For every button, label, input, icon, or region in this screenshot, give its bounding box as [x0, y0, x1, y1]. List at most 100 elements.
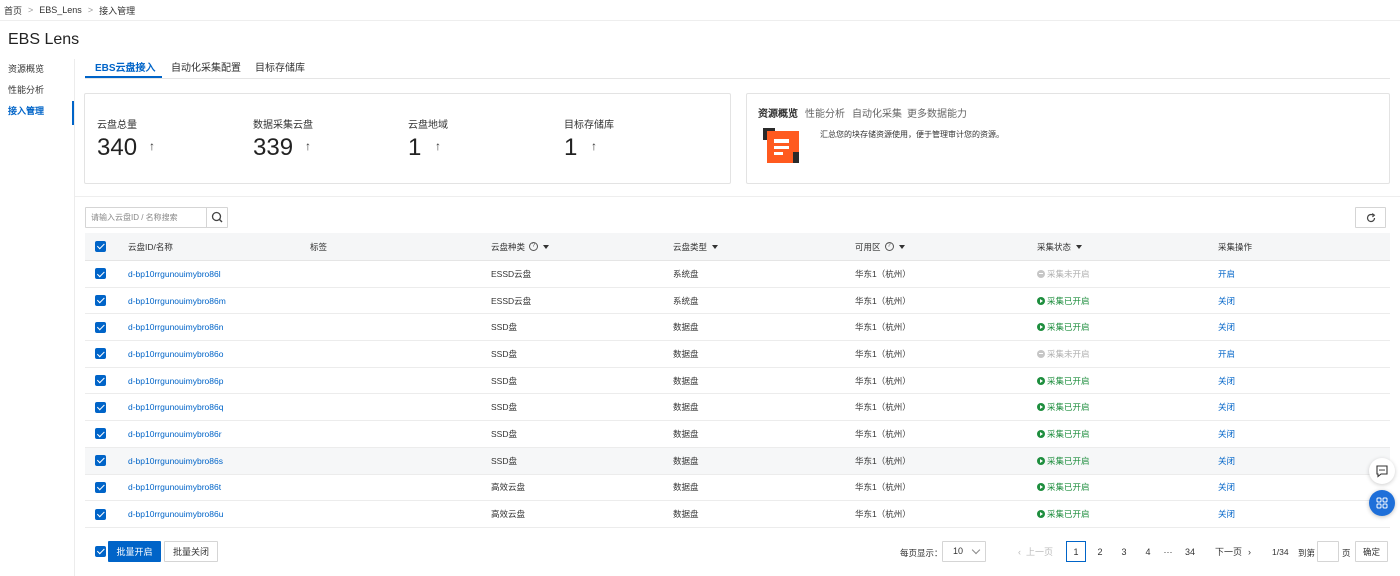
row-checkbox[interactable]: [95, 401, 106, 413]
collect-action-link[interactable]: 关闭: [1218, 288, 1235, 314]
goto-confirm-button[interactable]: 确定: [1355, 541, 1388, 562]
collect-action-link[interactable]: 关闭: [1218, 475, 1235, 501]
page-4[interactable]: 4: [1138, 541, 1158, 562]
collect-action-link[interactable]: 关闭: [1218, 368, 1235, 394]
table-row: d-bp10rrgunouimybro86m ESSD云盘 系统盘 华东1（杭州） 采集…: [85, 288, 1390, 315]
column-header-status[interactable]: 采集状态: [1037, 233, 1083, 260]
help-icon[interactable]: ?: [884, 242, 894, 251]
document-icon: [763, 128, 799, 163]
page-indicator: 1/34: [1272, 547, 1289, 557]
status-badge: 采集已开启: [1037, 401, 1090, 413]
sidebar-item-access-management[interactable]: 接入管理: [0, 101, 74, 125]
page-34[interactable]: 34: [1180, 541, 1200, 562]
collect-action-link[interactable]: 开启: [1218, 261, 1235, 287]
row-checkbox[interactable]: [95, 508, 106, 520]
sidebar-item-performance[interactable]: 性能分析: [0, 80, 74, 101]
row-checkbox[interactable]: [95, 268, 106, 280]
info-tab-performance[interactable]: 性能分析: [805, 105, 845, 120]
collect-action-link[interactable]: 关闭: [1218, 501, 1235, 527]
stat-label: 目标存储库: [564, 120, 614, 131]
disk-id-link[interactable]: d-bp10rrgunouimybro86s: [128, 448, 223, 474]
ellipsis-icon[interactable]: ···: [1158, 541, 1178, 562]
page-size-select[interactable]: 10: [942, 541, 986, 562]
collect-action-link[interactable]: 关闭: [1218, 421, 1235, 447]
collect-action-link[interactable]: 关闭: [1218, 314, 1235, 340]
disk-type: 数据盘: [673, 348, 699, 359]
tab-ebs-access[interactable]: EBS云盘接入: [95, 59, 156, 74]
help-icon[interactable]: ?: [529, 242, 539, 251]
search-button[interactable]: [206, 208, 227, 227]
disk-id-link[interactable]: d-bp10rrgunouimybro86o: [128, 341, 223, 367]
tab-auto-collect-config[interactable]: 自动化采集配置: [171, 59, 241, 74]
disk-type: 系统盘: [673, 268, 699, 279]
disk-id-link[interactable]: d-bp10rrgunouimybro86m: [128, 288, 226, 314]
stat-disk-regions: 云盘地域 1 ↑: [408, 116, 448, 161]
stat-collected-disks: 数据采集云盘 339 ↑: [253, 116, 313, 161]
column-header-type[interactable]: 云盘类型: [673, 233, 719, 260]
table-header: 云盘ID/名称 标签 云盘种类 ? 云盘类型 可用区 ? 采集状态 采集操作: [85, 233, 1390, 261]
batch-enable-button[interactable]: 批量开启: [108, 541, 161, 562]
search-input[interactable]: [86, 208, 207, 227]
sidebar-item-resource-overview[interactable]: 资源概览: [0, 59, 74, 80]
column-header-kind[interactable]: 云盘种类 ?: [491, 233, 550, 260]
row-checkbox[interactable]: [95, 295, 106, 307]
breadcrumb-separator-icon: >: [87, 5, 94, 15]
row-checkbox[interactable]: [95, 455, 106, 467]
disk-zone: 华东1（杭州）: [855, 428, 911, 439]
select-all-checkbox[interactable]: [95, 241, 106, 252]
collect-action-link[interactable]: 开启: [1218, 341, 1235, 367]
disk-id-link[interactable]: d-bp10rrgunouimybro86t: [128, 475, 221, 501]
disk-id-link[interactable]: d-bp10rrgunouimybro86r: [128, 421, 222, 447]
status-text: 采集未开启: [1047, 268, 1090, 279]
collect-action-link[interactable]: 关闭: [1218, 394, 1235, 420]
caret-down-icon: [898, 244, 905, 249]
prev-page-button[interactable]: ‹ 上一页: [1018, 541, 1053, 562]
info-tab-resource-overview[interactable]: 资源概览: [758, 105, 798, 120]
table-row: d-bp10rrgunouimybro86n SSD盘 数据盘 华东1（杭州） 采集已开…: [85, 314, 1390, 342]
status-badge: 采集已开启: [1037, 295, 1090, 307]
disk-id-link[interactable]: d-bp10rrgunouimybro86l: [128, 261, 221, 287]
disk-id-link[interactable]: d-bp10rrgunouimybro86n: [128, 314, 223, 340]
row-checkbox[interactable]: [95, 321, 106, 333]
next-page-button[interactable]: 下一页 ›: [1215, 541, 1251, 562]
goto-page-input[interactable]: [1317, 541, 1339, 562]
collect-status: 采集未开启: [1037, 341, 1090, 367]
page-3[interactable]: 3: [1114, 541, 1134, 562]
breadcrumb-home[interactable]: 首页: [4, 4, 22, 17]
page-1[interactable]: 1: [1066, 541, 1086, 562]
stat-value: 1: [564, 134, 578, 161]
disk-type: 数据盘: [673, 509, 699, 520]
footer-select-all-checkbox[interactable]: [95, 546, 106, 557]
row-checkbox[interactable]: [95, 375, 106, 387]
row-checkbox[interactable]: [95, 481, 106, 493]
row-checkbox[interactable]: [95, 348, 106, 360]
tab-target-storage[interactable]: 目标存储库: [255, 59, 305, 74]
apps-button[interactable]: [1369, 490, 1395, 516]
page-2[interactable]: 2: [1090, 541, 1110, 562]
refresh-button[interactable]: [1355, 207, 1386, 228]
disk-zone: 华东1（杭州）: [855, 455, 911, 466]
table-row: d-bp10rrgunouimybro86s SSD盘 数据盘 华东1（杭州） 采集已开…: [85, 447, 1390, 475]
info-tab-auto-collect[interactable]: 自动化采集: [852, 105, 902, 120]
play-circle-icon: [1037, 429, 1045, 438]
disk-table: 云盘ID/名称 标签 云盘种类 ? 云盘类型 可用区 ? 采集状态 采集操作 d…: [85, 233, 1390, 528]
disk-id-link[interactable]: d-bp10rrgunouimybro86q: [128, 394, 223, 420]
batch-disable-button[interactable]: 批量关闭: [164, 541, 218, 562]
caret-down-icon: [712, 244, 719, 249]
row-checkbox[interactable]: [95, 428, 106, 440]
status-badge: 采集已开启: [1037, 455, 1090, 467]
disk-id-link[interactable]: d-bp10rrgunouimybro86p: [128, 368, 223, 394]
status-badge: 采集已开启: [1037, 375, 1090, 387]
collect-action-link[interactable]: 关闭: [1218, 448, 1235, 474]
breadcrumb-ebs-lens[interactable]: EBS_Lens: [39, 5, 82, 15]
breadcrumb-separator-icon: >: [28, 5, 34, 15]
play-circle-icon: [1037, 483, 1045, 492]
stats-card: 云盘总量 340 ↑ 数据采集云盘 339 ↑ 云盘地域 1 ↑ 目标存储库 1…: [84, 93, 731, 184]
column-header-zone[interactable]: 可用区 ?: [855, 233, 905, 260]
feedback-button[interactable]: [1369, 458, 1395, 484]
info-tab-more-data[interactable]: 更多数据能力: [907, 105, 967, 120]
stat-disk-total: 云盘总量 340 ↑: [97, 116, 155, 161]
disk-id-link[interactable]: d-bp10rrgunouimybro86u: [128, 501, 223, 527]
disk-zone: 华东1（杭州）: [855, 295, 911, 306]
disk-type: 数据盘: [673, 375, 699, 386]
